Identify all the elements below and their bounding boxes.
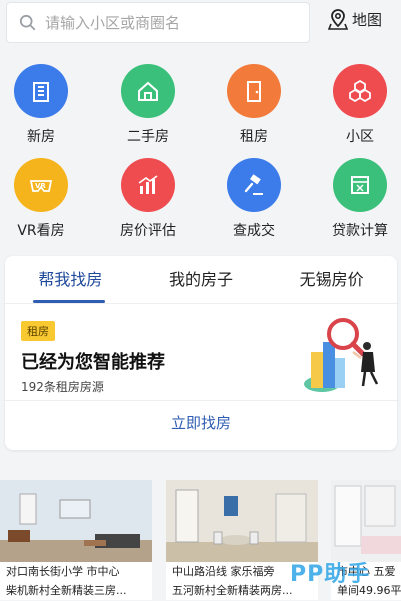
listing-photo (331, 480, 401, 562)
find-now-button[interactable]: 立即找房 (5, 401, 397, 445)
rent-tag: 租房 (21, 321, 55, 341)
search-input[interactable] (45, 13, 285, 32)
map-button[interactable]: 地图 (328, 8, 382, 30)
category-label: VR看房 (17, 223, 65, 239)
hexagon-icon (333, 64, 387, 118)
category-new-house[interactable]: 新房 (0, 64, 86, 146)
door-icon (227, 64, 281, 118)
search-icon (19, 14, 36, 30)
search-bar[interactable] (6, 2, 310, 43)
tab-my-house[interactable]: 我的房子 (136, 256, 267, 303)
vr-icon: VR (14, 158, 68, 212)
category-label: 贷款计算 (332, 223, 388, 239)
category-vr[interactable]: VR VR看房 (0, 158, 86, 240)
watermark-logo: PP助手 (290, 562, 371, 587)
recommend-card: 帮我找房 我的房子 无锡房价 租房 已经为您智能推荐 192条租房房源 立即找房 (5, 256, 397, 450)
category-label: 查成交 (233, 223, 275, 239)
listing-line1: 对口南长街小学 市中心 (6, 565, 120, 578)
tab-price[interactable]: 无锡房价 (266, 256, 397, 303)
category-label: 租房 (240, 129, 268, 145)
new-house-icon (14, 64, 68, 118)
tab-find-house[interactable]: 帮我找房 (5, 256, 136, 303)
calculator-icon (333, 158, 387, 212)
listing-photo (166, 480, 318, 562)
listing-line2: 柴机新村全新精装三房... (6, 584, 127, 597)
tab-bar: 帮我找房 我的房子 无锡房价 (5, 256, 397, 304)
category-label: 新房 (27, 129, 55, 145)
listing-card[interactable]: 对口南长街小学 市中心 柴机新村全新精装三房... (0, 480, 152, 600)
recommend-title: 已经为您智能推荐 (21, 352, 165, 373)
recommend-subtitle: 192条租房房源 (21, 380, 104, 394)
search-illustration-icon (304, 318, 379, 392)
category-valuation[interactable]: 房价评估 (103, 158, 193, 240)
category-label: 房价评估 (120, 223, 176, 239)
bar-chart-icon (121, 158, 175, 212)
category-deals[interactable]: 查成交 (209, 158, 299, 240)
map-label: 地图 (352, 10, 383, 29)
gavel-icon (227, 158, 281, 212)
listing-photo (0, 480, 152, 562)
map-pin-icon (328, 9, 348, 30)
category-community[interactable]: 小区 (315, 64, 401, 146)
category-label: 小区 (346, 129, 374, 145)
category-loan[interactable]: 贷款计算 (315, 158, 401, 240)
svg-text:VR: VR (35, 182, 46, 190)
active-tab-indicator (33, 300, 105, 303)
house-icon (121, 64, 175, 118)
category-second-hand[interactable]: 二手房 (103, 64, 193, 146)
category-label: 二手房 (127, 129, 169, 145)
category-rent[interactable]: 租房 (209, 64, 299, 146)
recommend-body[interactable]: 租房 已经为您智能推荐 192条租房房源 (5, 304, 397, 400)
